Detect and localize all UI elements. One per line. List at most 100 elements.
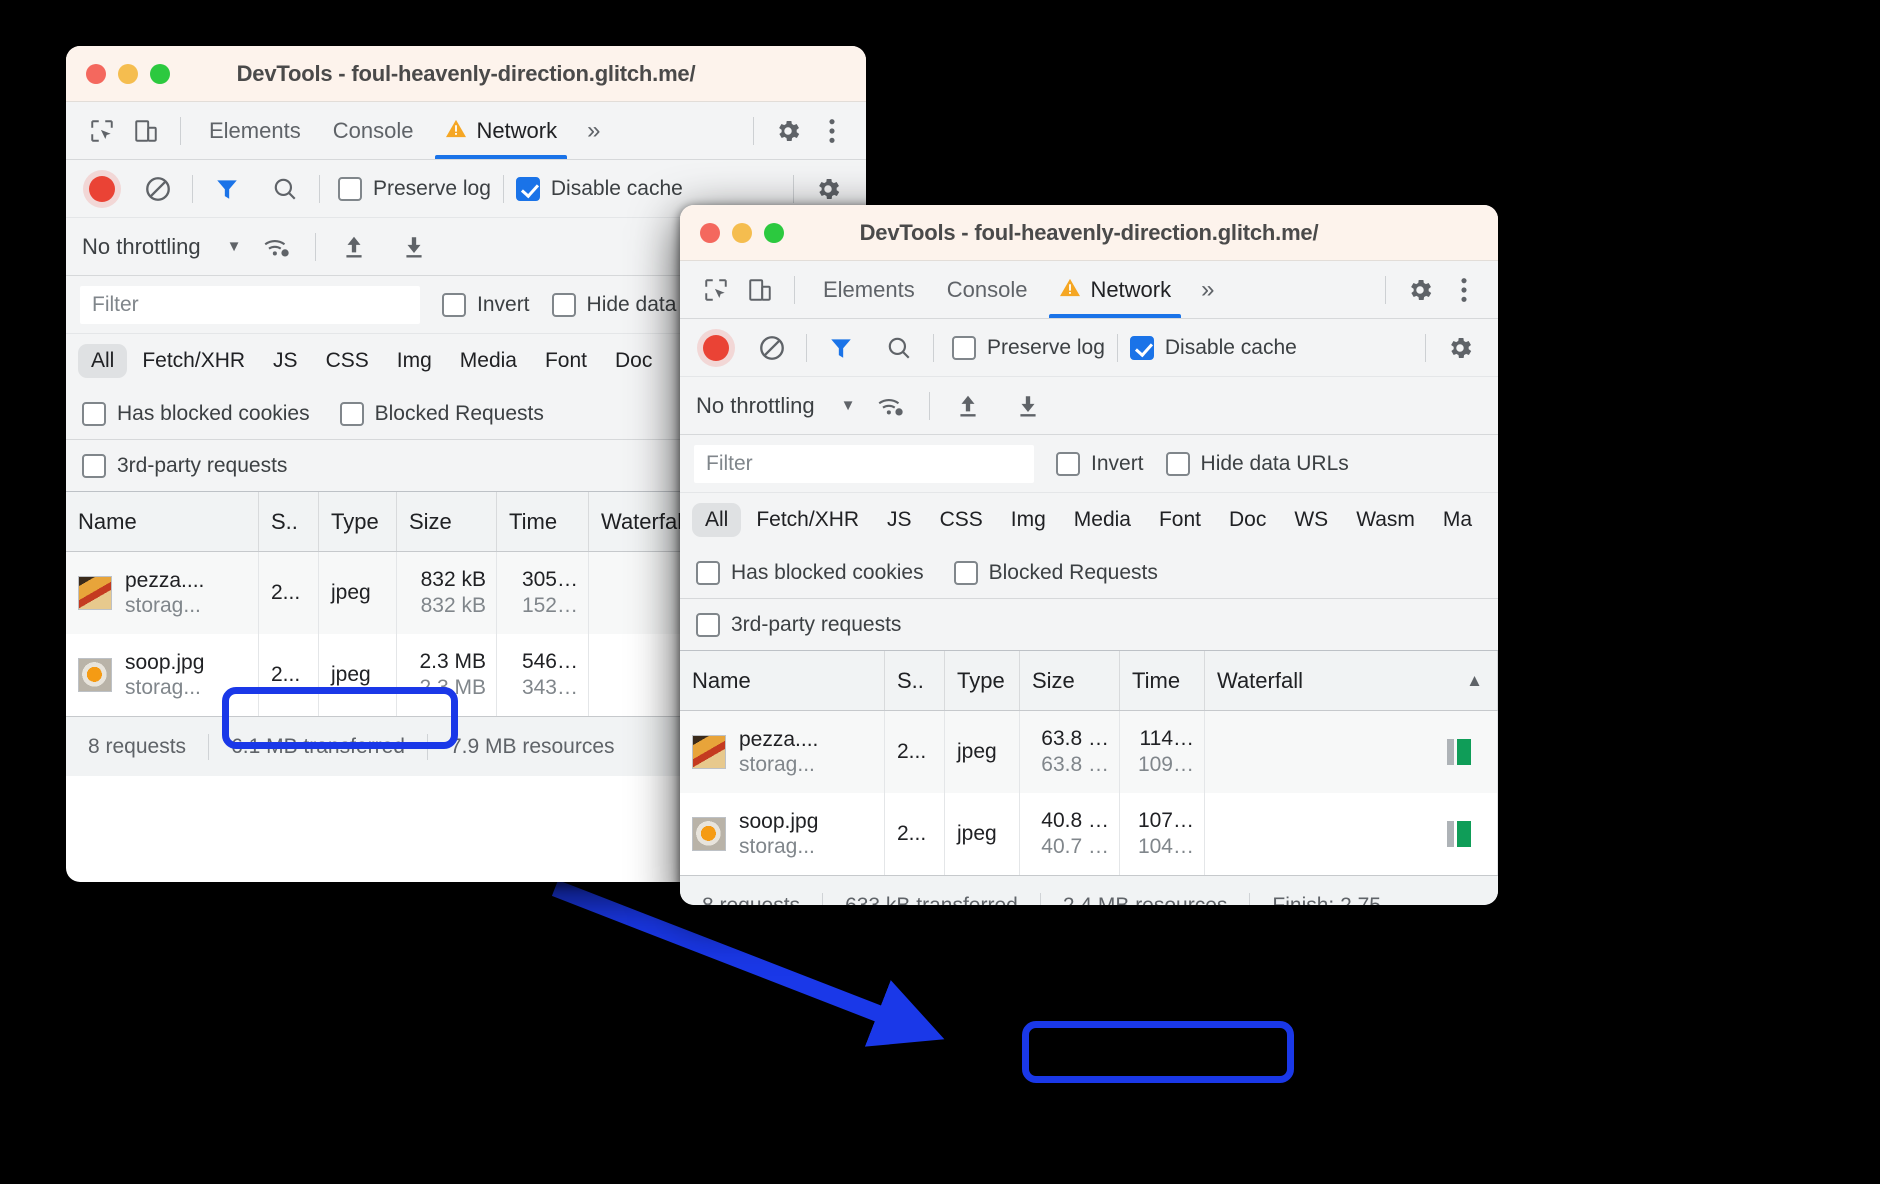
table-row[interactable]: soop.jpg storag... 2... jpeg 40.8 … 40.7… [680,793,1498,875]
type-filter-css[interactable]: CSS [927,503,996,537]
tabstrip-right-divider [753,116,754,145]
inspect-element-icon[interactable] [80,109,124,153]
request-size-cell: 40.8 … 40.7 … [1020,793,1120,875]
throttling-value[interactable]: No throttling [82,234,201,260]
blocked-requests-checkbox[interactable]: Blocked Requests [339,401,544,426]
type-filter-fetch-xhr[interactable]: Fetch/XHR [129,344,258,378]
has-blocked-cookies-checkbox[interactable]: Has blocked cookies [82,401,310,426]
column-header-time[interactable]: Time [1120,651,1205,710]
request-name-cell[interactable]: soop.jpg storag... [66,634,259,716]
devtools-window-after[interactable]: DevTools - foul-heavenly-direction.glitc… [680,205,1498,905]
type-filter-font[interactable]: Font [532,344,600,378]
request-name-cell[interactable]: pezza.... storag... [66,552,259,634]
chevron-down-icon[interactable]: ▼ [819,397,866,414]
blocked-requests-checkbox[interactable]: Blocked Requests [953,560,1158,585]
network-settings-gear-icon[interactable] [806,167,850,211]
filter-input[interactable]: Filter [694,444,1034,483]
export-har-icon[interactable] [392,225,436,269]
type-filter-js[interactable]: JS [874,503,925,537]
column-header-name[interactable]: Name [680,651,885,710]
tab-elements[interactable]: Elements [807,262,931,318]
request-name-cell[interactable]: soop.jpg storag... [680,793,885,875]
minimize-window-button[interactable] [118,63,138,84]
clear-requests-icon[interactable] [750,326,794,370]
type-filter-media[interactable]: Media [447,344,530,378]
close-window-button[interactable] [86,63,106,84]
filter-input[interactable]: Filter [80,285,420,324]
type-filter-img[interactable]: Img [384,344,445,378]
record-button[interactable] [694,326,738,370]
type-filter-doc[interactable]: Doc [602,344,665,378]
search-icon[interactable] [877,326,921,370]
type-filter-css[interactable]: CSS [313,344,382,378]
export-har-icon[interactable] [1006,384,1050,428]
more-options-icon[interactable] [810,109,854,153]
column-header-status[interactable]: S.. [259,492,319,551]
request-name-cell[interactable]: pezza.... storag... [680,711,885,793]
tab-network[interactable]: Network [429,103,573,159]
column-header-waterfall[interactable]: Waterfall ▲ [1205,651,1498,710]
record-button[interactable] [80,167,124,211]
minimize-window-button[interactable] [732,222,752,243]
network-settings-gear-icon[interactable] [1438,326,1482,370]
maximize-window-button[interactable] [764,222,784,243]
table-row[interactable]: pezza.... storag... 2... jpeg 63.8 … 63.… [680,711,1498,793]
type-filter-all[interactable]: All [78,343,128,378]
search-icon[interactable] [263,167,307,211]
more-tabs-icon[interactable]: » [573,117,614,145]
disable-cache-checkbox[interactable]: Disable cache [1129,335,1297,360]
import-har-icon[interactable] [946,384,990,428]
tab-console[interactable]: Console [931,262,1044,318]
column-header-status[interactable]: S.. [885,651,945,710]
filter-funnel-icon[interactable] [819,326,863,370]
has-blocked-cookies-checkbox[interactable]: Has blocked cookies [696,560,924,585]
type-filter-font[interactable]: Font [1146,503,1214,537]
network-conditions-icon[interactable] [869,384,913,428]
clear-requests-icon[interactable] [136,167,180,211]
settings-gear-icon[interactable] [766,109,810,153]
settings-gear-icon[interactable] [1398,268,1442,312]
third-party-requests-checkbox[interactable]: 3rd-party requests [696,612,901,637]
disable-cache-checkbox[interactable]: Disable cache [515,176,683,201]
close-window-button[interactable] [700,222,720,243]
type-filter-doc[interactable]: Doc [1216,503,1279,537]
more-tabs-icon[interactable]: » [1187,276,1228,304]
device-toolbar-icon[interactable] [738,268,782,312]
column-header-time[interactable]: Time [497,492,589,551]
device-toolbar-icon[interactable] [124,109,168,153]
tab-console[interactable]: Console [317,103,430,159]
tab-network[interactable]: Network [1043,262,1187,318]
type-filter-ws[interactable]: WS [1281,503,1341,537]
type-filter-fetch-xhr[interactable]: Fetch/XHR [743,503,872,537]
invert-checkbox[interactable]: Invert [442,292,530,317]
tab-elements[interactable]: Elements [193,103,317,159]
column-header-size[interactable]: Size [397,492,497,551]
type-filter-all[interactable]: All [692,502,742,537]
network-conditions-icon[interactable] [255,225,299,269]
import-har-icon[interactable] [332,225,376,269]
type-filter-img[interactable]: Img [998,503,1059,537]
column-header-size[interactable]: Size [1020,651,1120,710]
hide-data-urls-checkbox[interactable]: Hide data URLs [1165,451,1349,476]
type-filter-media[interactable]: Media [1061,503,1144,537]
preserve-log-checkbox[interactable]: Preserve log [338,176,491,201]
checkbox-box [953,560,978,585]
chevron-down-icon[interactable]: ▼ [205,238,252,255]
column-header-name[interactable]: Name [66,492,259,551]
filter-funnel-icon[interactable] [205,167,249,211]
invert-checkbox[interactable]: Invert [1056,451,1144,476]
type-filter-js[interactable]: JS [260,344,311,378]
column-header-type[interactable]: Type [319,492,397,551]
type-filter-wasm[interactable]: Wasm [1343,503,1428,537]
status-finish: Finish: 2.75 [1272,893,1381,906]
preserve-log-checkbox[interactable]: Preserve log [952,335,1105,360]
sort-ascending-icon[interactable]: ▲ [1466,671,1483,691]
third-party-requests-checkbox[interactable]: 3rd-party requests [82,453,287,478]
throttling-value[interactable]: No throttling [696,393,815,419]
maximize-window-button[interactable] [150,63,170,84]
hide-data-urls-checkbox[interactable]: Hide data [551,292,676,317]
more-options-icon[interactable] [1442,268,1486,312]
type-filter-manifest[interactable]: Ma [1430,503,1485,537]
inspect-element-icon[interactable] [694,268,738,312]
column-header-type[interactable]: Type [945,651,1020,710]
